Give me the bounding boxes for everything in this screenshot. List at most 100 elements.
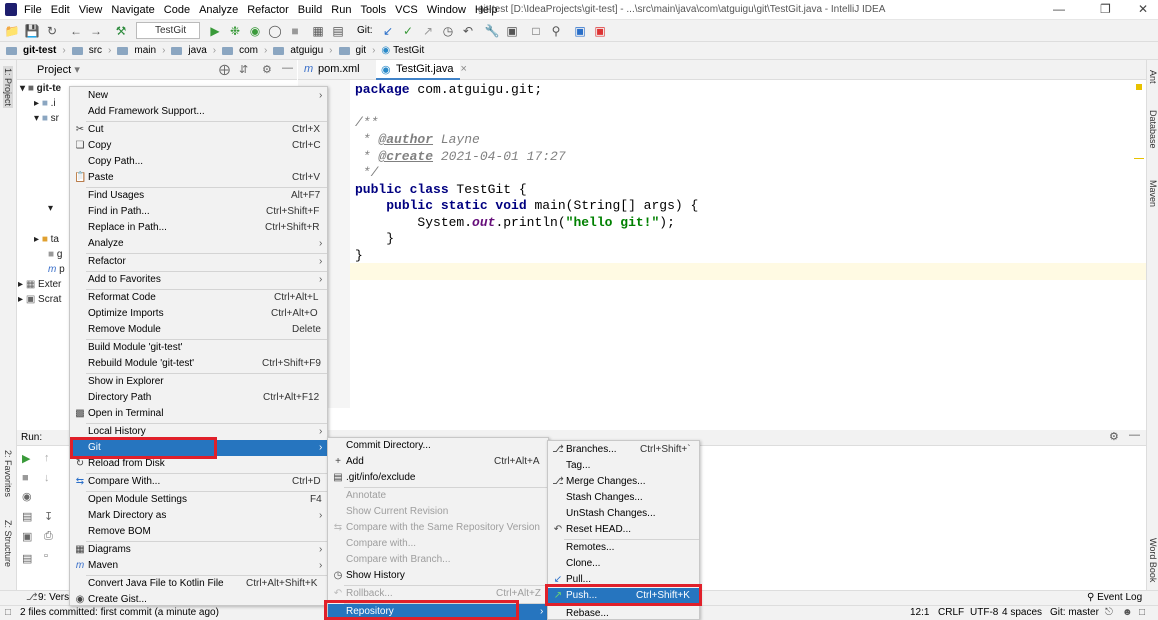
menu-item-compare-same-repo[interactable]: ⇆ Compare with the Same Repository Versio… (328, 520, 548, 536)
menu-vcs[interactable]: VCS (395, 4, 418, 16)
menu-item-find-in-path[interactable]: Find in Path... Ctrl+Shift+F (70, 204, 327, 220)
down-icon[interactable]: ↓ (44, 472, 50, 484)
menu-item-open-in-terminal[interactable]: ▩ Open in Terminal (70, 406, 327, 422)
menu-tools[interactable]: Tools (360, 4, 386, 16)
tree-item[interactable]: ▾ (48, 203, 53, 214)
settings-run-icon[interactable]: ▣ (22, 530, 32, 543)
inspector-icon[interactable]: ☻ (1122, 607, 1133, 618)
menu-item-directory-path[interactable]: Directory Path Ctrl+Alt+F12 (70, 390, 327, 406)
menu-item-reset-head[interactable]: ↶ Reset HEAD... (548, 522, 699, 538)
run-config-select[interactable]: TestGit (136, 22, 200, 39)
collapse-icon[interactable]: ⇵ (239, 63, 248, 76)
menu-file[interactable]: File (24, 4, 42, 16)
sdk-icon[interactable]: ▤ (330, 23, 346, 39)
menu-edit[interactable]: Edit (51, 4, 70, 16)
coverage-icon[interactable]: ◉ (247, 23, 263, 39)
menu-item-open-module-settings[interactable]: Open Module Settings F4 (70, 492, 327, 508)
tab-pom-xml[interactable]: m pom.xml (298, 60, 374, 80)
hide-icon[interactable]: — (1129, 429, 1140, 441)
vcs-commit-icon[interactable]: ✓ (400, 23, 416, 39)
tree-item[interactable]: ▸ ■ ta (34, 234, 59, 245)
breadcrumb-item[interactable]: java (188, 45, 206, 56)
caret-position[interactable]: 12:1 (910, 607, 929, 618)
forward-icon[interactable]: → (88, 23, 104, 39)
print-icon[interactable]: ⎙ (44, 530, 53, 543)
rerun-icon[interactable]: ▶ (22, 452, 30, 465)
menu-item-refactor[interactable]: Refactor › (70, 254, 327, 270)
open-icon[interactable]: 📁 (4, 23, 20, 39)
menu-item-rebase[interactable]: Rebase... (548, 606, 699, 620)
scroll-end-icon[interactable]: ↧ (44, 510, 53, 523)
menu-item-build-module[interactable]: Build Module 'git-test' (70, 340, 327, 356)
stop-icon[interactable]: ■ (22, 472, 29, 484)
sync-icon[interactable]: ↻ (44, 23, 60, 39)
tree-item[interactable]: ▸ ■ .i (34, 98, 56, 109)
menu-item-diagrams[interactable]: ▦ Diagrams › (70, 542, 327, 558)
camera-icon[interactable]: ◉ (22, 490, 32, 503)
vcs-update-icon[interactable]: ↙ (380, 23, 396, 39)
vcs-history-icon[interactable]: ◷ (440, 23, 456, 39)
project-tool-tab[interactable]: 1: Project (3, 66, 13, 109)
vcs-push-icon[interactable]: ↗ (420, 23, 436, 39)
menu-item-replace-in-path[interactable]: Replace in Path... Ctrl+Shift+R (70, 220, 327, 236)
menu-item-find-usages[interactable]: Find Usages Alt+F7 (70, 188, 327, 204)
event-log-tab[interactable]: ⚲ Event Log (1087, 592, 1142, 603)
menu-item-remove-bom[interactable]: Remove BOM (70, 524, 327, 540)
menu-item-compare-with[interactable]: Compare with... (328, 536, 548, 552)
breadcrumb-item[interactable]: src (89, 45, 102, 56)
restore-icon[interactable]: ❐ (1100, 2, 1111, 16)
menu-item-remove-module[interactable]: Remove Module Delete (70, 322, 327, 338)
translate-icon[interactable]: ▣ (572, 23, 588, 39)
indent-setting[interactable]: 4 spaces (1002, 607, 1042, 618)
tree-item[interactable]: ▸ ▣ Scrat (18, 294, 61, 305)
menu-item-show-history[interactable]: ◷ Show History (328, 568, 548, 584)
menu-analyze[interactable]: Analyze (199, 4, 238, 16)
wrench-icon[interactable]: 🔧 (484, 23, 500, 39)
menu-item-compare-with[interactable]: ⇆ Compare With... Ctrl+D (70, 474, 327, 490)
menu-view[interactable]: View (79, 4, 103, 16)
run-icon[interactable]: ▶ (207, 23, 223, 39)
menu-item-branches[interactable]: ⎇ Branches... Ctrl+Shift+` (548, 442, 699, 458)
menu-item-show-in-explorer[interactable]: Show in Explorer (70, 374, 327, 390)
build-hammer-icon[interactable]: ⚒ (113, 23, 129, 39)
close-icon[interactable]: ✕ (1138, 2, 1148, 16)
breadcrumb-item[interactable]: main (134, 45, 156, 56)
menu-build[interactable]: Build (298, 4, 322, 16)
trash-icon[interactable]: ▫ (44, 550, 48, 562)
project-structure-icon[interactable]: ▦ (310, 23, 326, 39)
code-editor[interactable] (350, 80, 1146, 408)
menu-item-push[interactable]: ↗ Push... Ctrl+Shift+K (548, 588, 699, 604)
version-control-tab[interactable]: 9: Versi (38, 592, 71, 603)
debug-icon[interactable]: ❉ (227, 23, 243, 39)
notifications-icon[interactable]: □ (1139, 607, 1145, 618)
menu-item-new[interactable]: New › (70, 88, 327, 104)
menu-item-copy-path[interactable]: Copy Path... (70, 154, 327, 170)
vcs-rollback-icon[interactable]: ↶ (460, 23, 476, 39)
menu-navigate[interactable]: Navigate (111, 4, 154, 16)
menu-item-commit-directory[interactable]: Commit Directory... (328, 438, 548, 454)
favorites-tool-tab[interactable]: 2: Favorites (3, 450, 13, 497)
structure-tool-tab[interactable]: Z: Structure (3, 520, 13, 567)
menu-item-mark-directory-as[interactable]: Mark Directory as › (70, 508, 327, 524)
locate-icon[interactable]: ⨁ (219, 63, 230, 76)
structure-icon[interactable]: ▣ (504, 23, 520, 39)
menu-window[interactable]: Window (427, 4, 466, 16)
menu-item-analyze[interactable]: Analyze › (70, 236, 327, 252)
menu-item-reload-from-disk[interactable]: ↻ Reload from Disk (70, 456, 327, 472)
save-all-icon[interactable]: 💾 (24, 23, 40, 39)
stop-icon[interactable]: ■ (287, 23, 303, 39)
maven-tool-tab[interactable]: Maven (1148, 180, 1158, 207)
menu-item-cut[interactable]: ✂ Cut Ctrl+X (70, 122, 327, 138)
layout-icon[interactable]: ▤ (22, 510, 32, 523)
menu-item-convert-to-kotlin[interactable]: Convert Java File to Kotlin File Ctrl+Alt… (70, 576, 327, 592)
menu-refactor[interactable]: Refactor (247, 4, 289, 16)
menu-item-rebuild-module[interactable]: Rebuild Module 'git-test' Ctrl+Shift+F9 (70, 356, 327, 372)
menu-item-annotate[interactable]: Annotate (328, 488, 548, 504)
menu-code[interactable]: Code (164, 4, 190, 16)
breadcrumb-item[interactable]: com (239, 45, 258, 56)
tree-item[interactable]: ▾ ■ git-te (20, 83, 61, 94)
minimize-icon[interactable]: — (1053, 2, 1065, 16)
menu-item-show-current-revision[interactable]: Show Current Revision (328, 504, 548, 520)
plugin-icon[interactable]: ▣ (592, 23, 608, 39)
gear-icon[interactable]: ⚙ (1109, 430, 1119, 443)
